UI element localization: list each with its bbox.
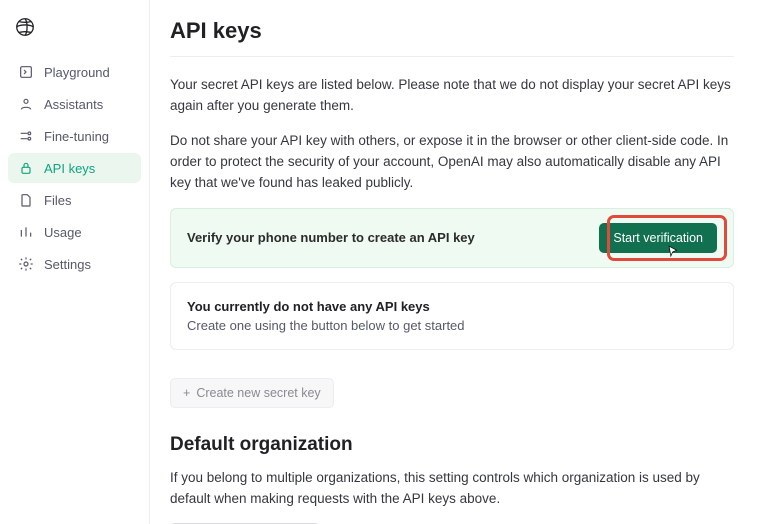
intro-paragraph-2: Do not share your API key with others, o…	[170, 131, 734, 194]
sidebar-item-settings[interactable]: Settings	[8, 249, 141, 279]
verify-phone-banner: Verify your phone number to create an AP…	[170, 208, 734, 268]
fine-tuning-icon	[18, 128, 34, 144]
default-org-desc: If you belong to multiple organizations,…	[170, 468, 734, 510]
main-content: API keys Your secret API keys are listed…	[150, 0, 784, 524]
sidebar-item-fine-tuning[interactable]: Fine-tuning	[8, 121, 141, 151]
sidebar-item-label: Playground	[44, 65, 110, 80]
create-secret-label: Create new secret key	[196, 386, 320, 400]
playground-icon	[18, 64, 34, 80]
divider	[170, 56, 734, 57]
sidebar-item-files[interactable]: Files	[8, 185, 141, 215]
files-icon	[18, 192, 34, 208]
sidebar-item-label: Settings	[44, 257, 91, 272]
empty-title: You currently do not have any API keys	[187, 299, 717, 314]
sidebar-item-label: Usage	[44, 225, 82, 240]
sidebar-item-usage[interactable]: Usage	[8, 217, 141, 247]
lock-icon	[18, 160, 34, 176]
page-title: API keys	[170, 18, 734, 44]
sidebar-item-api-keys[interactable]: API keys	[8, 153, 141, 183]
empty-subtitle: Create one using the button below to get…	[187, 318, 717, 333]
gear-icon	[18, 256, 34, 272]
sidebar-item-label: Fine-tuning	[44, 129, 109, 144]
sidebar-item-label: Assistants	[44, 97, 103, 112]
assistants-icon	[18, 96, 34, 112]
openai-logo	[14, 16, 141, 43]
sidebar-item-label: Files	[44, 193, 71, 208]
sidebar: Playground Assistants Fine-tuning API ke…	[0, 0, 150, 524]
sidebar-item-label: API keys	[44, 161, 95, 176]
no-api-keys-card: You currently do not have any API keys C…	[170, 282, 734, 350]
default-org-heading: Default organization	[170, 434, 734, 456]
sidebar-item-playground[interactable]: Playground	[8, 57, 141, 87]
usage-icon	[18, 224, 34, 240]
sidebar-item-assistants[interactable]: Assistants	[8, 89, 141, 119]
start-verification-button[interactable]: Start verification	[599, 223, 717, 253]
create-secret-key-button[interactable]: + Create new secret key	[170, 378, 334, 408]
plus-icon: +	[183, 386, 190, 400]
intro-paragraph-1: Your secret API keys are listed below. P…	[170, 75, 734, 117]
verify-message: Verify your phone number to create an AP…	[187, 230, 475, 245]
